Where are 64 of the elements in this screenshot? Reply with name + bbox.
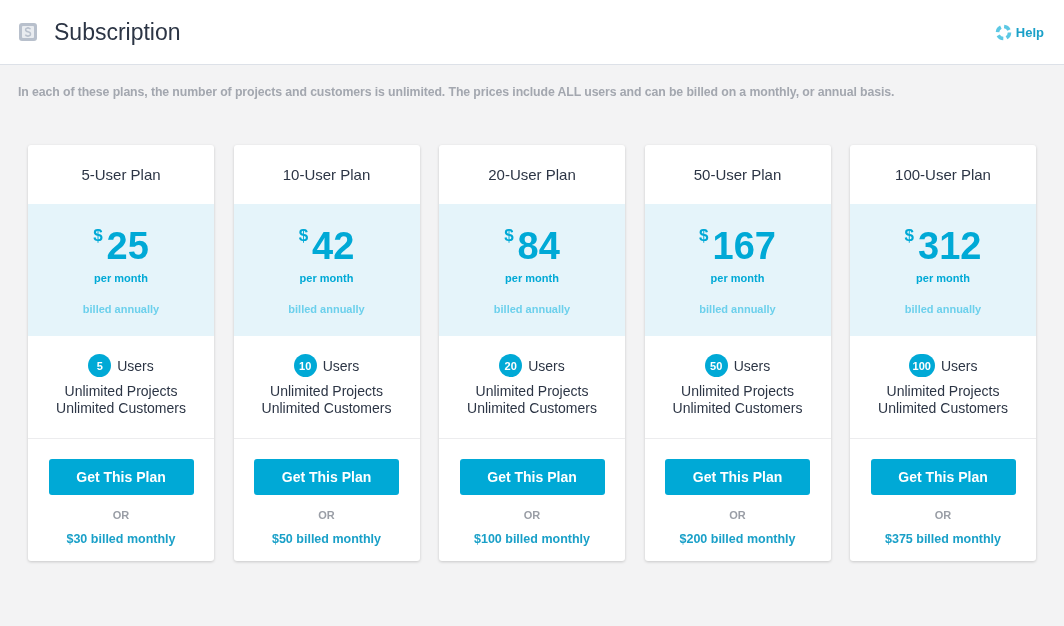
price-amount: 25 xyxy=(106,226,149,266)
user-count-badge: 5 xyxy=(88,354,112,377)
currency-symbol: $ xyxy=(699,226,709,246)
user-count-badge: 20 xyxy=(499,354,523,377)
user-count-badge: 100 xyxy=(908,354,935,377)
or-separator: OR xyxy=(112,509,130,521)
monthly-billing-link[interactable]: $100 billed monthly xyxy=(474,532,590,546)
price-amount: 167 xyxy=(712,226,776,266)
feature-text: Unlimited Customers xyxy=(672,400,803,417)
feature-text: Unlimited Customers xyxy=(878,400,1008,417)
price-period: per month xyxy=(299,272,354,284)
monthly-billing-link[interactable]: $50 billed monthly xyxy=(271,532,382,546)
get-plan-button[interactable]: Get This Plan xyxy=(459,459,605,495)
feature-text: Unlimited Projects xyxy=(886,383,1000,400)
monthly-billing-link[interactable]: $375 billed monthly xyxy=(885,532,1001,546)
lifebuoy-icon xyxy=(994,23,1012,41)
users-label: Users xyxy=(322,357,360,374)
or-separator: OR xyxy=(934,509,952,521)
user-count-badge: 10 xyxy=(293,354,317,377)
page-title: Subscription xyxy=(54,18,181,46)
get-plan-button[interactable]: Get This Plan xyxy=(254,459,399,495)
intro-text: In each of these plans, the number of projects and customers is unlimited. The prices include ALL users and can be billed on a monthly, or annual basis. xyxy=(18,85,896,99)
price-amount: 42 xyxy=(312,226,355,266)
plan-name: 100-User Plan xyxy=(895,166,991,183)
get-plan-button[interactable]: Get This Plan xyxy=(870,459,1016,495)
plan-name: 50-User Plan xyxy=(693,166,782,183)
user-count-badge: 50 xyxy=(704,354,728,377)
price-period: per month xyxy=(94,272,148,284)
plan-name: 20-User Plan xyxy=(488,166,576,183)
feature-text: Unlimited Projects xyxy=(681,383,794,400)
feature-text: Unlimited Projects xyxy=(270,383,383,400)
currency-symbol: $ xyxy=(904,226,915,246)
monthly-billing-link[interactable]: $200 billed monthly xyxy=(679,532,796,546)
price-amount: 312 xyxy=(918,226,982,266)
price-period: per month xyxy=(505,272,559,284)
currency-symbol: $ xyxy=(298,226,309,246)
plan-name: 10-User Plan xyxy=(282,166,371,183)
billing-note: billed annually xyxy=(493,303,571,315)
billing-note: billed annually xyxy=(288,303,365,315)
feature-text: Unlimited Projects xyxy=(64,383,178,400)
monthly-billing-link[interactable]: $30 billed monthly xyxy=(66,532,176,546)
users-label: Users xyxy=(117,357,154,374)
feature-text: Unlimited Customers xyxy=(467,400,597,417)
users-label: Users xyxy=(940,357,978,374)
get-plan-button[interactable]: Get This Plan xyxy=(48,459,194,495)
get-plan-button[interactable]: Get This Plan xyxy=(665,459,810,495)
billing-note: billed annually xyxy=(904,303,982,315)
feature-text: Unlimited Projects xyxy=(475,383,589,400)
billing-note: billed annually xyxy=(82,303,160,315)
feature-text: Unlimited Customers xyxy=(261,400,392,417)
users-label: Users xyxy=(528,357,565,374)
price-period: per month xyxy=(916,272,970,284)
users-label: Users xyxy=(733,357,771,374)
currency-symbol: $ xyxy=(93,226,103,246)
currency-symbol: $ xyxy=(504,226,514,246)
or-separator: OR xyxy=(318,509,335,521)
price-amount: 84 xyxy=(517,226,560,266)
billing-note: billed annually xyxy=(699,303,776,315)
plan-name: 5-User Plan xyxy=(81,166,161,183)
help-link[interactable]: Help xyxy=(994,23,1044,41)
or-separator: OR xyxy=(729,509,746,521)
feature-text: Unlimited Customers xyxy=(56,400,186,417)
price-period: per month xyxy=(710,272,765,284)
or-separator: OR xyxy=(523,509,541,521)
